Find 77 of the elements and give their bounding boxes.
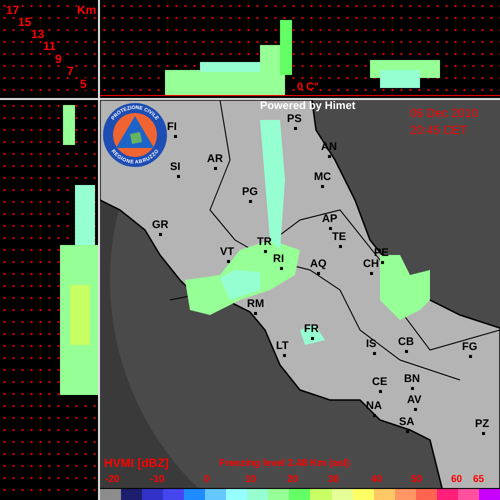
height-tick-label: 17 bbox=[6, 4, 20, 16]
city-label: IS bbox=[366, 339, 376, 350]
scale-label: 50 bbox=[411, 475, 422, 485]
city-label: FG bbox=[462, 342, 478, 353]
legend-title: HVMI [dBZ] bbox=[104, 457, 169, 469]
scale-label: 20 bbox=[287, 475, 298, 485]
city-label: CH bbox=[363, 259, 379, 270]
city-label: SI bbox=[170, 162, 180, 173]
city-label: MC bbox=[314, 172, 332, 183]
city-marker-icon bbox=[264, 250, 267, 253]
city-marker-icon bbox=[283, 354, 286, 357]
city-marker-icon bbox=[381, 261, 384, 264]
city-marker-icon bbox=[311, 337, 314, 340]
freezing-level-text: Freezing level 2.48 Km (asl) bbox=[219, 459, 350, 469]
city-marker-icon bbox=[373, 414, 376, 417]
scale-label: -20 bbox=[105, 475, 120, 485]
city-marker-icon bbox=[280, 267, 283, 270]
city-label: GR bbox=[152, 220, 168, 231]
date-text: 06 Dec 2010 bbox=[410, 107, 478, 119]
scale-label: 30 bbox=[328, 475, 340, 485]
city-marker-icon bbox=[159, 233, 162, 236]
city-marker-icon bbox=[321, 185, 324, 188]
city-label: FR bbox=[304, 324, 319, 335]
city-marker-icon bbox=[406, 430, 409, 433]
scale-label: 0 bbox=[204, 475, 210, 485]
city-marker-icon bbox=[317, 272, 320, 275]
city-marker-icon bbox=[411, 387, 414, 390]
city-label: RI bbox=[273, 254, 284, 265]
scale-label: 65 bbox=[473, 475, 484, 485]
city-label: AV bbox=[407, 395, 422, 406]
scale-label: -10 bbox=[150, 475, 164, 485]
city-marker-icon bbox=[469, 355, 472, 358]
city-marker-icon bbox=[329, 227, 332, 230]
scale-label: 60 bbox=[451, 475, 462, 485]
city-label: CB bbox=[398, 337, 414, 348]
city-label: TE bbox=[332, 232, 346, 243]
city-label: RM bbox=[247, 299, 264, 310]
city-marker-icon bbox=[379, 390, 382, 393]
city-label: PZ bbox=[475, 419, 490, 430]
scale-label: 10 bbox=[245, 475, 256, 485]
city-label: AQ bbox=[310, 259, 326, 270]
city-label: LT bbox=[276, 341, 289, 352]
city-marker-icon bbox=[214, 167, 217, 170]
city-marker-icon bbox=[177, 175, 180, 178]
city-label: NA bbox=[366, 401, 382, 412]
height-tick-label: 5 bbox=[80, 78, 87, 90]
city-marker-icon bbox=[482, 432, 485, 435]
city-marker-icon bbox=[370, 272, 373, 275]
freezing-level-label: 0 C° bbox=[297, 82, 319, 93]
city-marker-icon bbox=[339, 245, 342, 248]
city-marker-icon bbox=[294, 127, 297, 130]
height-tick-label: 11 bbox=[43, 40, 56, 52]
city-marker-icon bbox=[254, 312, 257, 315]
city-marker-icon bbox=[174, 135, 177, 138]
city-marker-icon bbox=[249, 200, 252, 203]
city-label: SA bbox=[399, 417, 414, 428]
city-marker-icon bbox=[405, 350, 408, 353]
time-text: 20:45 CET bbox=[410, 124, 468, 136]
city-marker-icon bbox=[328, 155, 331, 158]
city-marker-icon bbox=[414, 408, 417, 411]
city-label: PG bbox=[242, 187, 258, 198]
height-tick-label: 13 bbox=[31, 28, 44, 40]
city-label: FI bbox=[167, 122, 177, 133]
city-label: VT bbox=[220, 247, 234, 258]
city-label: TR bbox=[257, 237, 272, 248]
height-tick-label: 7 bbox=[67, 65, 74, 77]
unit-label: Km bbox=[77, 4, 96, 16]
city-label: AR bbox=[207, 154, 223, 165]
city-label: AP bbox=[322, 214, 338, 225]
city-marker-icon bbox=[373, 352, 376, 355]
height-tick-label: 15 bbox=[18, 16, 32, 28]
city-label: PS bbox=[287, 114, 302, 125]
height-tick-label: 9 bbox=[55, 53, 62, 65]
city-marker-icon bbox=[227, 260, 230, 263]
scale-label: 40 bbox=[371, 475, 382, 485]
city-label: BN bbox=[404, 374, 420, 385]
city-label: CE bbox=[372, 377, 388, 388]
